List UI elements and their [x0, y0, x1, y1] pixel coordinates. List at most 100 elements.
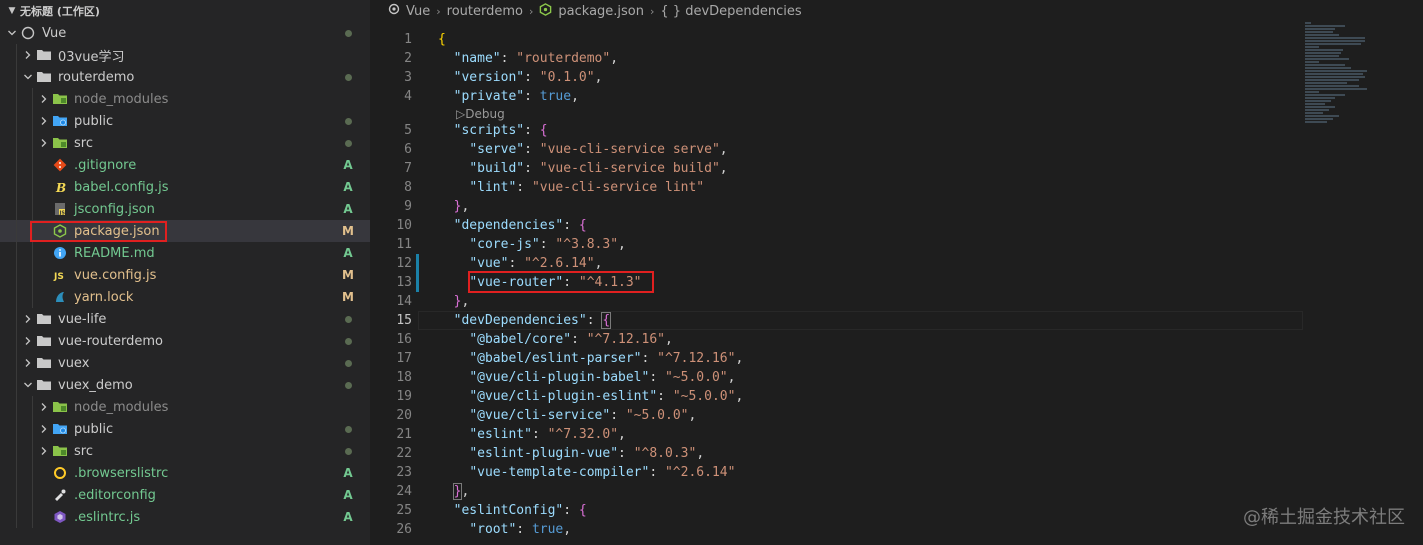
tree-item[interactable]: .eslintrc.js A	[0, 506, 370, 528]
tree-item[interactable]: JS vue.config.js M	[0, 264, 370, 286]
tree-item[interactable]: public	[0, 418, 370, 440]
code-token: :	[524, 123, 540, 138]
code-line[interactable]: 6 "serve": "vue-cli-service serve",	[370, 140, 1305, 159]
code-line[interactable]: 12 "vue": "^2.6.14",	[370, 254, 1305, 273]
code-line[interactable]: 20 "@vue/cli-service": "~5.0.0",	[370, 406, 1305, 425]
indent-guide	[32, 396, 33, 418]
tree-item[interactable]: README.md A	[0, 242, 370, 264]
minimap-line	[1305, 64, 1345, 66]
code-line[interactable]: 13 "vue-router": "^4.1.3"	[370, 271, 1305, 293]
breadcrumb-item-package-json[interactable]: package.json	[558, 4, 644, 19]
svg-text:JS: JS	[59, 210, 66, 216]
breadcrumb-item-vue[interactable]: Vue	[406, 4, 430, 19]
tree-item[interactable]: Vue	[0, 22, 370, 44]
tree-item[interactable]: yarn.lock M	[0, 286, 370, 308]
minimap-line	[1305, 88, 1367, 90]
code-editor[interactable]: 1{2 "name": "routerdemo", 3 "version": "0…	[370, 30, 1305, 545]
tree-item[interactable]: package.json M	[0, 220, 370, 242]
git-dot-icon	[342, 66, 354, 88]
code-text: {	[438, 30, 446, 49]
tree-item[interactable]: .editorconfig A	[0, 484, 370, 506]
git-dot-icon	[342, 132, 354, 154]
code-line[interactable]: 15 "devDependencies": {	[370, 311, 1305, 330]
indent-guide	[16, 440, 17, 462]
minimap[interactable]	[1305, 22, 1423, 132]
code-token: ,	[735, 389, 744, 404]
workspace-header[interactable]: ▼ 无标题 (工作区)	[0, 0, 370, 22]
git-dot-icon	[342, 110, 354, 132]
code-line[interactable]: 14 },	[370, 292, 1305, 311]
line-number: 26	[396, 522, 412, 537]
tree-item[interactable]: .gitignore A	[0, 154, 370, 176]
code-line[interactable]: 4 "private": true,	[370, 87, 1305, 106]
tree-item[interactable]: src	[0, 132, 370, 154]
tree-item-label: vuex	[58, 355, 90, 371]
code-line[interactable]: 7 "build": "vue-cli-service build",	[370, 159, 1305, 178]
chevron-right-icon: ›	[650, 4, 655, 18]
code-line[interactable]: 25 "eslintConfig": {	[370, 501, 1305, 520]
tree-item[interactable]: JS jsconfig.json A	[0, 198, 370, 220]
code-token: :	[524, 161, 540, 176]
code-line[interactable]: 18 "@vue/cli-plugin-babel": "~5.0.0",	[370, 368, 1305, 387]
code-token: "^7.32.0"	[547, 427, 619, 442]
code-line[interactable]: 26 "root": true,	[370, 520, 1305, 539]
code-line[interactable]: 23 "vue-template-compiler": "^2.6.14"	[370, 463, 1305, 482]
line-number: 17	[396, 351, 412, 366]
line-number: 15	[396, 313, 412, 328]
code-line[interactable]: 10 "dependencies": {	[370, 216, 1305, 235]
code-line[interactable]: 1{	[370, 30, 1305, 49]
code-line[interactable]: 9 },	[370, 197, 1305, 216]
chevron-right-icon	[36, 443, 52, 459]
folder-public-icon	[52, 113, 68, 129]
code-line[interactable]: 22 "eslint-plugin-vue": "^8.0.3",	[370, 444, 1305, 463]
code-token: ,	[610, 51, 619, 66]
code-line[interactable]: 24 },	[370, 482, 1305, 501]
tree-item[interactable]: public	[0, 110, 370, 132]
tree-item[interactable]: Bbabel.config.js A	[0, 176, 370, 198]
tree-item[interactable]: src	[0, 440, 370, 462]
nodejs-icon	[52, 223, 68, 239]
line-number: 25	[396, 503, 412, 518]
indent-guide	[16, 132, 17, 154]
code-line[interactable]: 16 "@babel/core": "^7.12.16",	[370, 330, 1305, 349]
code-token: :	[500, 51, 517, 66]
code-token: ,	[719, 142, 728, 157]
code-line[interactable]: 3 "version": "0.1.0",	[370, 68, 1305, 87]
code-line[interactable]: 11 "core-js": "^3.8.3",	[370, 235, 1305, 254]
code-token: :	[571, 332, 587, 347]
code-token: }	[453, 199, 462, 214]
code-line[interactable]: 17 "@babel/eslint-parser": "^7.12.16",	[370, 349, 1305, 368]
tree-item[interactable]: vuex	[0, 352, 370, 374]
tree-item[interactable]: 03vue学习	[0, 44, 370, 66]
code-token: ,	[461, 199, 470, 214]
tree-item[interactable]: node_modules	[0, 396, 370, 418]
code-line[interactable]: 2 "name": "routerdemo",	[370, 49, 1305, 68]
tree-item[interactable]: vue-life	[0, 308, 370, 330]
tree-item-label: routerdemo	[58, 69, 135, 85]
code-line[interactable]: 21 "eslint": "^7.32.0",	[370, 425, 1305, 444]
git-status-badge: A	[343, 180, 353, 194]
tree-item[interactable]: routerdemo	[0, 66, 370, 88]
git-status-badge: M	[342, 268, 354, 282]
tree-item[interactable]: .browserslistrc A	[0, 462, 370, 484]
indent-guide	[32, 220, 33, 242]
breadcrumb-item-dev-dependencies[interactable]: { } devDependencies	[660, 4, 801, 19]
code-line[interactable]: 8 "lint": "vue-cli-service lint"	[370, 178, 1305, 197]
tree-item[interactable]: vue-routerdemo	[0, 330, 370, 352]
minimap-line	[1305, 79, 1359, 81]
minimap-line	[1305, 34, 1339, 36]
workspace-title: 无标题 (工作区)	[20, 5, 100, 18]
code-line[interactable]: 5 "scripts": {	[370, 121, 1305, 140]
tree-item[interactable]: vuex_demo	[0, 374, 370, 396]
codelens-debug[interactable]: ▷ Debug	[370, 106, 1305, 121]
code-line[interactable]: 19 "@vue/cli-plugin-eslint": "~5.0.0",	[370, 387, 1305, 406]
tree-item[interactable]: node_modules	[0, 88, 370, 110]
breadcrumb-item-routerdemo[interactable]: routerdemo	[447, 4, 523, 19]
